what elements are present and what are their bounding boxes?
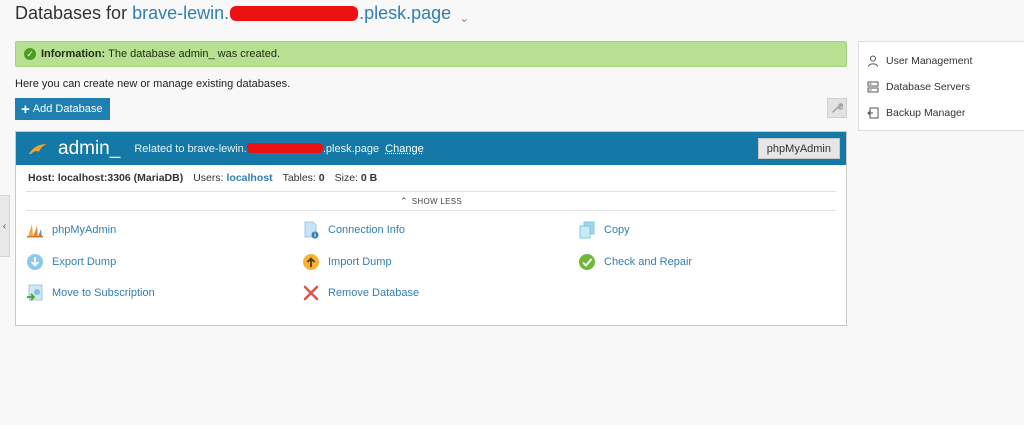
users-link[interactable]: localhost [226,172,272,184]
server-icon [867,81,879,93]
related-suffix: .plesk.page [322,142,380,155]
sidebar-item-backup-manager[interactable]: Backup Manager [867,107,965,119]
export-dump-icon [26,253,44,271]
backup-icon [867,107,879,119]
chevron-left-icon: ‹ [2,220,7,232]
page-title-prefix: Databases for [15,3,128,23]
tables-value: 0 [318,172,325,184]
sidebar: User Management Database Servers Backup … [858,41,1024,131]
size-value: 0 B [360,172,378,184]
notice-label: Information: [41,48,106,60]
wrench-icon [832,103,843,113]
users-label: Users: [193,172,224,184]
sidebar-item-label: User Management [886,55,973,67]
action-remove-database-label: Remove Database [328,287,420,299]
tables-info: Tables: 0 [283,172,325,184]
action-check-repair[interactable]: Check and Repair [578,253,692,271]
remove-icon [302,284,320,302]
host-label: Host: [28,172,55,184]
check-circle-icon: ✓ [24,48,36,60]
change-subscription-link[interactable]: Change [385,143,424,155]
size-label: Size: [334,172,358,184]
related-subscription: Related to brave-lewin. .plesk.page Chang… [134,142,424,155]
action-export-dump[interactable]: Export Dump [26,253,116,271]
redacted-block [230,6,359,21]
settings-wrench-button[interactable] [827,98,847,118]
copy-icon [578,221,596,239]
action-copy-label: Copy [604,224,630,236]
sidebar-item-label: Backup Manager [886,107,966,119]
domain-link[interactable]: brave-lewin. .plesk.page [132,3,451,23]
chevron-down-icon[interactable]: ⌄ [459,11,469,25]
user-icon [867,55,879,67]
add-database-label: Add Database [32,103,103,115]
size-info: Size: 0 B [335,172,378,184]
database-meta: Host: localhost:3306 (MariaDB) Users: lo… [16,165,846,191]
add-database-button[interactable]: + Add Database [15,98,111,120]
plus-icon: + [21,100,30,118]
host-value: localhost:3306 (MariaDB) [57,172,184,184]
page-title: Databases for brave-lewin. .plesk.page ⌄ [15,3,469,25]
action-move-subscription-label: Move to Subscription [52,287,155,299]
host-info: Host: localhost:3306 (MariaDB) [28,172,183,184]
sidebar-item-label: Database Servers [886,81,971,93]
action-remove-database[interactable]: Remove Database [302,284,419,302]
action-move-subscription[interactable]: Move to Subscription [26,284,155,302]
chevron-up-icon: ⌃ [399,195,408,206]
database-header: admin_ Related to brave-lewin. .plesk.pag… [16,132,846,165]
mysql-dolphin-icon [29,143,47,154]
connection-info-icon [302,221,320,239]
move-subscription-icon [26,284,44,302]
action-phpmyadmin[interactable]: phpMyAdmin [26,221,116,239]
sidebar-item-database-servers[interactable]: Database Servers [867,81,970,93]
sidebar-item-user-management[interactable]: User Management [867,55,972,67]
database-actions: phpMyAdmin Connection Info Copy Export D… [16,211,846,321]
action-import-dump-label: Import Dump [328,256,392,268]
info-notice: ✓ Information: The database admin_ was c… [15,41,847,67]
phpmyadmin-button[interactable]: phpMyAdmin [757,138,840,159]
action-export-dump-label: Export Dump [52,256,117,268]
action-check-repair-label: Check and Repair [604,256,693,268]
database-card: admin_ Related to brave-lewin. .plesk.pag… [15,131,847,326]
redacted-block [246,142,323,153]
action-copy[interactable]: Copy [578,221,630,239]
phpmyadmin-icon [26,221,44,239]
action-phpmyadmin-label: phpMyAdmin [52,224,117,236]
domain-end: .plesk.page [359,3,452,23]
action-connection-info-label: Connection Info [328,224,406,236]
check-circle-icon [578,253,596,271]
action-import-dump[interactable]: Import Dump [302,253,392,271]
tables-label: Tables: [282,172,316,184]
database-name: admin_ [58,137,121,159]
domain-start: brave-lewin. [132,3,230,23]
collapse-panel-toggle[interactable]: ‹ [0,195,10,257]
action-connection-info[interactable]: Connection Info [302,221,405,239]
import-dump-icon [302,253,320,271]
show-less-toggle[interactable]: ⌃ SHOW LESS [26,191,836,211]
users-info: Users: localhost [193,172,272,184]
related-prefix: Related to brave-lewin. [134,142,247,155]
show-less-label: SHOW LESS [411,196,463,206]
intro-text: Here you can create new or manage existi… [15,78,291,90]
notice-message: The database admin_ was created. [108,48,280,60]
